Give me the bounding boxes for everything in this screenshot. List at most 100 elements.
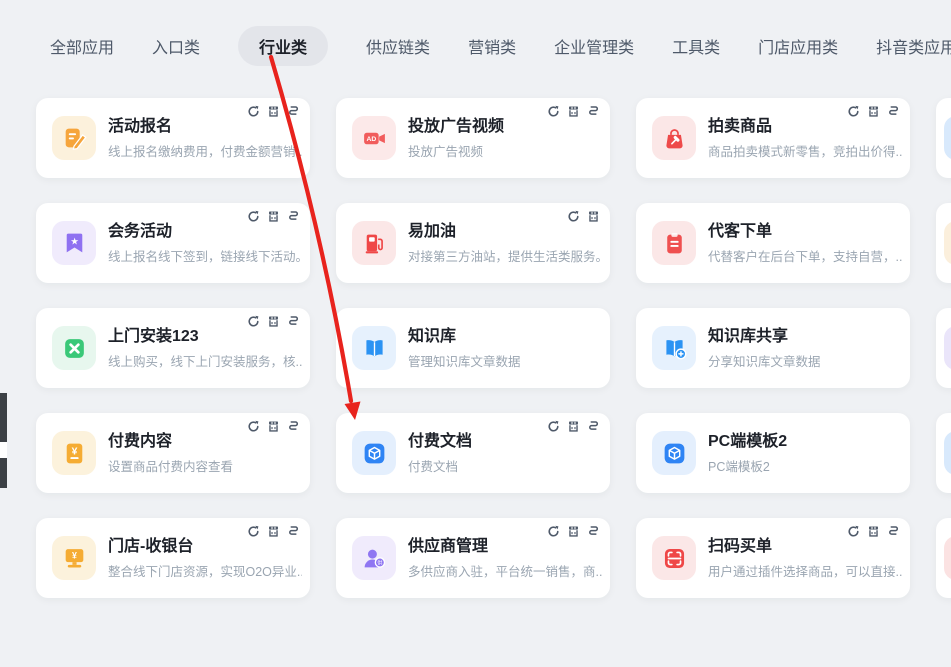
app-card-fufeiwendang[interactable]: 付费文档 付费文档 — [336, 413, 610, 493]
clipboard-icon — [652, 221, 696, 265]
card-title: 门店-收银台 — [108, 536, 302, 557]
tab-enterprise-mgmt[interactable]: 企业管理类 — [554, 34, 634, 58]
app-card-huodongbaoming[interactable]: 活动报名 线上报名缴纳费用，付费金额营销... — [36, 98, 310, 178]
app-card-pcduanmoban[interactable]: PC端模板2 PC端模板2 — [636, 413, 910, 493]
app-card-partial[interactable] — [936, 308, 951, 388]
link-icon[interactable] — [887, 525, 900, 538]
cube-icon — [652, 431, 696, 475]
card-actions — [547, 420, 600, 433]
book-icon — [352, 326, 396, 370]
link-icon[interactable] — [287, 105, 300, 118]
link-icon[interactable] — [587, 105, 600, 118]
app-card-fufeineirong[interactable]: 付费内容 设置商品付费内容查看 — [36, 413, 310, 493]
store-icon[interactable] — [267, 105, 280, 118]
card-actions — [567, 210, 600, 223]
card-title: 知识库共享 — [708, 326, 821, 347]
refresh-icon[interactable] — [247, 210, 260, 223]
link-icon[interactable] — [287, 210, 300, 223]
card-subtitle: 线上报名线下签到，链接线下活动。 — [108, 246, 302, 265]
app-card-toufangguanggao[interactable]: 投放广告视频 投放广告视频 — [336, 98, 610, 178]
book-share-icon — [652, 326, 696, 370]
link-icon[interactable] — [587, 525, 600, 538]
app-card-paimaishangpin[interactable]: 拍卖商品 商品拍卖模式新零售，竞拍出价得... — [636, 98, 910, 178]
card-title: 活动报名 — [108, 116, 302, 137]
refresh-icon[interactable] — [847, 525, 860, 538]
link-icon[interactable] — [287, 315, 300, 328]
tab-supply-chain[interactable]: 供应链类 — [366, 34, 430, 58]
card-actions — [547, 525, 600, 538]
tab-all-apps[interactable]: 全部应用 — [50, 34, 114, 58]
app-icon — [944, 116, 951, 160]
tab-douyin-apps[interactable]: 抖音类应用 — [876, 34, 951, 58]
app-card-mendianshouyintai[interactable]: 门店-收银台 整合线下门店资源，实现O2O异业... — [36, 518, 310, 598]
app-card-huiwuhuodong[interactable]: 会务活动 线上报名线下签到，链接线下活动。 — [36, 203, 310, 283]
refresh-icon[interactable] — [547, 105, 560, 118]
link-icon[interactable] — [287, 525, 300, 538]
app-card-partial[interactable] — [936, 413, 951, 493]
card-subtitle: 线上报名缴纳费用，付费金额营销... — [108, 141, 302, 160]
store-icon[interactable] — [567, 420, 580, 433]
store-icon[interactable] — [267, 315, 280, 328]
card-title: 供应商管理 — [408, 536, 602, 557]
refresh-icon[interactable] — [547, 420, 560, 433]
app-card-shangmenanzhuang[interactable]: 上门安装123 线上购买，线下上门安装服务，核... — [36, 308, 310, 388]
app-card-zhishiku-gongxiang[interactable]: 知识库共享 分享知识库文章数据 — [636, 308, 910, 388]
left-edge-artifact — [0, 393, 7, 488]
card-subtitle: 线上购买，线下上门安装服务，核... — [108, 351, 302, 370]
store-icon[interactable] — [567, 105, 580, 118]
ad-camera-icon — [352, 116, 396, 160]
scan-icon — [652, 536, 696, 580]
card-subtitle: PC端模板2 — [708, 456, 787, 475]
store-icon[interactable] — [567, 525, 580, 538]
app-icon — [944, 536, 951, 580]
app-icon — [944, 221, 951, 265]
category-tabbar: 全部应用 入口类 行业类 供应链类 营销类 企业管理类 工具类 门店应用类 抖音… — [50, 26, 951, 66]
card-subtitle: 商品拍卖模式新零售，竞拍出价得... — [708, 141, 902, 160]
refresh-icon[interactable] — [567, 210, 580, 223]
card-subtitle: 用户通过插件选择商品，可以直接... — [708, 561, 902, 580]
cash-register-icon — [52, 536, 96, 580]
refresh-icon[interactable] — [247, 105, 260, 118]
app-card-partial[interactable] — [936, 203, 951, 283]
card-title: 知识库 — [408, 326, 521, 347]
card-title: 付费内容 — [108, 431, 233, 452]
card-actions — [247, 105, 300, 118]
store-icon[interactable] — [587, 210, 600, 223]
refresh-icon[interactable] — [547, 525, 560, 538]
app-card-gongyingshangguanli[interactable]: 供应商管理 多供应商入驻，平台统一销售，商... — [336, 518, 610, 598]
cube-icon — [352, 431, 396, 475]
fuel-pump-icon — [352, 221, 396, 265]
tab-entry[interactable]: 入口类 — [152, 34, 200, 58]
card-subtitle: 投放广告视频 — [408, 141, 504, 160]
card-title: PC端模板2 — [708, 431, 787, 452]
store-icon[interactable] — [267, 525, 280, 538]
refresh-icon[interactable] — [247, 420, 260, 433]
link-icon[interactable] — [887, 105, 900, 118]
yen-doc-icon — [52, 431, 96, 475]
tab-store-apps[interactable]: 门店应用类 — [758, 34, 838, 58]
tools-icon — [52, 326, 96, 370]
store-icon[interactable] — [267, 210, 280, 223]
tab-tools[interactable]: 工具类 — [672, 34, 720, 58]
tab-industry[interactable]: 行业类 — [238, 26, 328, 66]
app-card-saomamaidan[interactable]: 扫码买单 用户通过插件选择商品，可以直接... — [636, 518, 910, 598]
card-title: 拍卖商品 — [708, 116, 902, 137]
link-icon[interactable] — [587, 420, 600, 433]
card-actions — [247, 315, 300, 328]
app-card-zhishiku[interactable]: 知识库 管理知识库文章数据 — [336, 308, 610, 388]
store-icon[interactable] — [867, 525, 880, 538]
store-icon[interactable] — [267, 420, 280, 433]
card-actions — [847, 105, 900, 118]
card-actions — [247, 210, 300, 223]
tab-marketing[interactable]: 营销类 — [468, 34, 516, 58]
refresh-icon[interactable] — [847, 105, 860, 118]
app-card-daikexiadan[interactable]: 代客下单 代替客户在后台下单，支持自营，... — [636, 203, 910, 283]
card-subtitle: 设置商品付费内容查看 — [108, 456, 233, 475]
app-card-partial[interactable] — [936, 518, 951, 598]
refresh-icon[interactable] — [247, 315, 260, 328]
app-card-partial[interactable] — [936, 98, 951, 178]
app-card-yijiayou[interactable]: 易加油 对接第三方油站，提供生活类服务。 — [336, 203, 610, 283]
link-icon[interactable] — [287, 420, 300, 433]
store-icon[interactable] — [867, 105, 880, 118]
refresh-icon[interactable] — [247, 525, 260, 538]
